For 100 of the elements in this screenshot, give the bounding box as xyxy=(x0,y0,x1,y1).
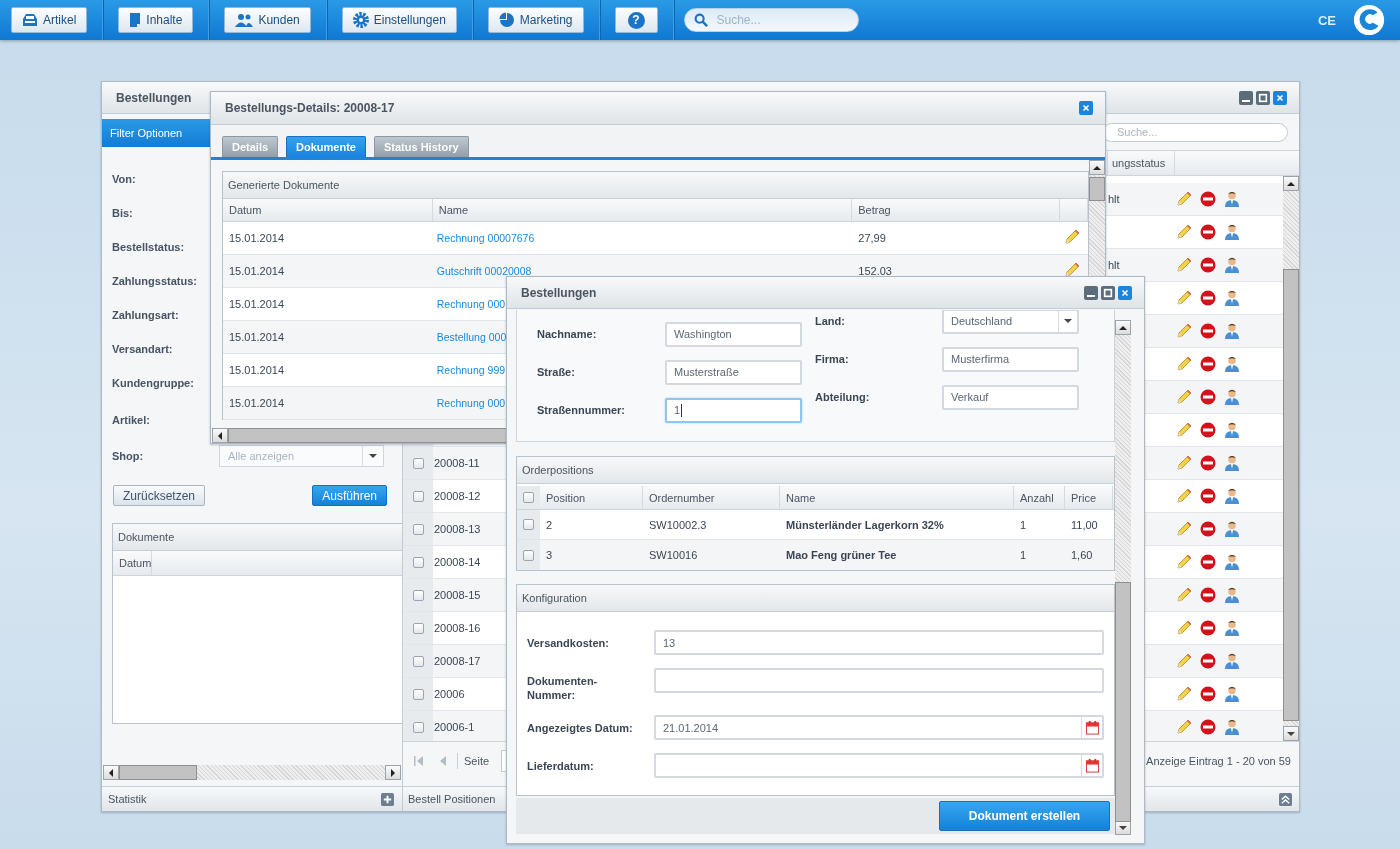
delete-icon[interactable] xyxy=(1199,256,1217,274)
delete-icon[interactable] xyxy=(1199,586,1217,604)
panel-header[interactable]: Statistik xyxy=(102,786,402,811)
checkbox[interactable] xyxy=(523,492,534,504)
delete-icon[interactable] xyxy=(1199,619,1217,637)
pencil-icon[interactable] xyxy=(1175,190,1193,208)
search-field[interactable]: Suche... xyxy=(683,8,859,32)
pencil-icon[interactable] xyxy=(1175,256,1193,274)
column-header[interactable]: Anzahl xyxy=(1014,486,1065,510)
delete-icon[interactable] xyxy=(1199,322,1217,340)
pencil-icon[interactable] xyxy=(1175,652,1193,670)
apply-button[interactable]: Ausführen xyxy=(312,485,387,506)
checkbox[interactable] xyxy=(412,490,424,502)
document-link[interactable]: Bestellung 000 xyxy=(436,331,507,343)
user-icon[interactable] xyxy=(1223,256,1241,274)
minimize-button[interactable] xyxy=(1239,90,1253,105)
column-header[interactable]: Ordernumber xyxy=(643,486,780,510)
tab[interactable]: Dokumente xyxy=(286,136,366,157)
pencil-icon[interactable] xyxy=(1175,487,1193,505)
pencil-icon[interactable] xyxy=(1175,322,1193,340)
checkbox[interactable] xyxy=(412,622,424,634)
calendar-icon[interactable] xyxy=(1084,758,1100,774)
pencil-icon[interactable] xyxy=(1175,619,1193,637)
menu-button[interactable]: Inhalte xyxy=(118,7,194,33)
checkbox[interactable] xyxy=(412,688,424,700)
create-document-button[interactable]: Dokument erstellen xyxy=(939,801,1110,832)
date-field[interactable] xyxy=(654,753,1104,779)
delete-icon[interactable] xyxy=(1199,289,1217,307)
checkbox[interactable] xyxy=(523,519,534,531)
user-icon[interactable] xyxy=(1223,652,1241,670)
checkbox[interactable] xyxy=(412,589,424,601)
column-header[interactable]: Datum xyxy=(223,199,433,221)
delete-icon[interactable] xyxy=(1199,388,1217,406)
input-field[interactable] xyxy=(654,668,1104,694)
checkbox[interactable] xyxy=(412,523,424,535)
calendar-icon[interactable] xyxy=(1084,720,1100,736)
pencil-icon[interactable] xyxy=(1175,421,1193,439)
document-link[interactable]: Gutschrift 00020008 xyxy=(436,265,532,277)
user-icon[interactable] xyxy=(1223,685,1241,703)
menu-button[interactable]: Artikel xyxy=(11,7,88,33)
user-icon[interactable] xyxy=(1223,223,1241,241)
input-field[interactable]: Washington xyxy=(665,321,802,347)
user-icon[interactable] xyxy=(1223,619,1241,637)
input-field[interactable]: Musterstraße xyxy=(665,359,802,385)
user-icon[interactable] xyxy=(1223,289,1241,307)
reset-button[interactable]: Zurücksetzen xyxy=(113,485,206,506)
document-link[interactable]: Rechnung 000 xyxy=(436,397,506,409)
input-field[interactable]: Musterfirma xyxy=(942,346,1079,372)
delete-icon[interactable] xyxy=(1199,520,1217,538)
user-icon[interactable] xyxy=(1223,520,1241,538)
user-icon[interactable] xyxy=(1223,586,1241,604)
delete-icon[interactable] xyxy=(1199,685,1217,703)
checkbox[interactable] xyxy=(412,655,424,667)
delete-icon[interactable] xyxy=(1199,553,1217,571)
close-button[interactable] xyxy=(1118,285,1132,300)
pencil-icon[interactable] xyxy=(1175,289,1193,307)
input-field[interactable]: 13 xyxy=(654,630,1104,656)
checkbox[interactable] xyxy=(412,556,424,568)
menu-button[interactable]: Kunden xyxy=(224,7,311,33)
delete-icon[interactable] xyxy=(1199,454,1217,472)
user-icon[interactable] xyxy=(1223,388,1241,406)
close-button[interactable] xyxy=(1273,90,1287,105)
user-icon[interactable] xyxy=(1223,487,1241,505)
dropdown-field[interactable]: Deutschland xyxy=(942,310,1079,334)
collapse-icon[interactable] xyxy=(1279,792,1292,806)
menu-button[interactable]: Marketing xyxy=(487,7,584,33)
delete-icon[interactable] xyxy=(1199,652,1217,670)
column-header[interactable]: Datum xyxy=(113,551,153,575)
menu-button[interactable]: Einstellungen xyxy=(341,7,457,33)
delete-icon[interactable] xyxy=(1199,190,1217,208)
maximize-button[interactable] xyxy=(1256,90,1270,105)
pencil-icon[interactable] xyxy=(1175,355,1193,373)
date-field[interactable]: 21.01.2014 xyxy=(654,715,1104,741)
minimize-button[interactable] xyxy=(1084,285,1098,300)
pencil-icon[interactable] xyxy=(1175,553,1193,571)
pencil-icon[interactable] xyxy=(1175,223,1193,241)
document-link[interactable]: Rechnung 000 xyxy=(436,298,506,310)
delete-icon[interactable] xyxy=(1199,487,1217,505)
delete-icon[interactable] xyxy=(1199,223,1217,241)
user-icon[interactable] xyxy=(1223,190,1241,208)
pencil-icon[interactable] xyxy=(1175,685,1193,703)
delete-icon[interactable] xyxy=(1199,421,1217,439)
expand-icon[interactable] xyxy=(381,792,394,806)
vertical-scrollbar[interactable] xyxy=(1283,176,1299,741)
pencil-icon[interactable] xyxy=(1175,718,1193,736)
column-header[interactable]: Name xyxy=(780,486,1014,510)
user-icon[interactable] xyxy=(1223,553,1241,571)
help-button[interactable]: ? xyxy=(614,7,658,33)
pencil-icon[interactable] xyxy=(1175,388,1193,406)
checkbox[interactable] xyxy=(523,549,534,561)
delete-icon[interactable] xyxy=(1199,718,1217,736)
maximize-button[interactable] xyxy=(1101,285,1115,300)
column-header[interactable]: Position xyxy=(540,486,643,510)
column-header[interactable]: ungsstatus xyxy=(1107,151,1175,175)
user-icon[interactable] xyxy=(1223,454,1241,472)
delete-icon[interactable] xyxy=(1199,355,1217,373)
user-icon[interactable] xyxy=(1223,322,1241,340)
column-header[interactable]: Price xyxy=(1065,486,1113,510)
document-link[interactable]: Rechnung 999 xyxy=(436,364,506,376)
input-field[interactable]: Verkauf xyxy=(942,384,1079,410)
